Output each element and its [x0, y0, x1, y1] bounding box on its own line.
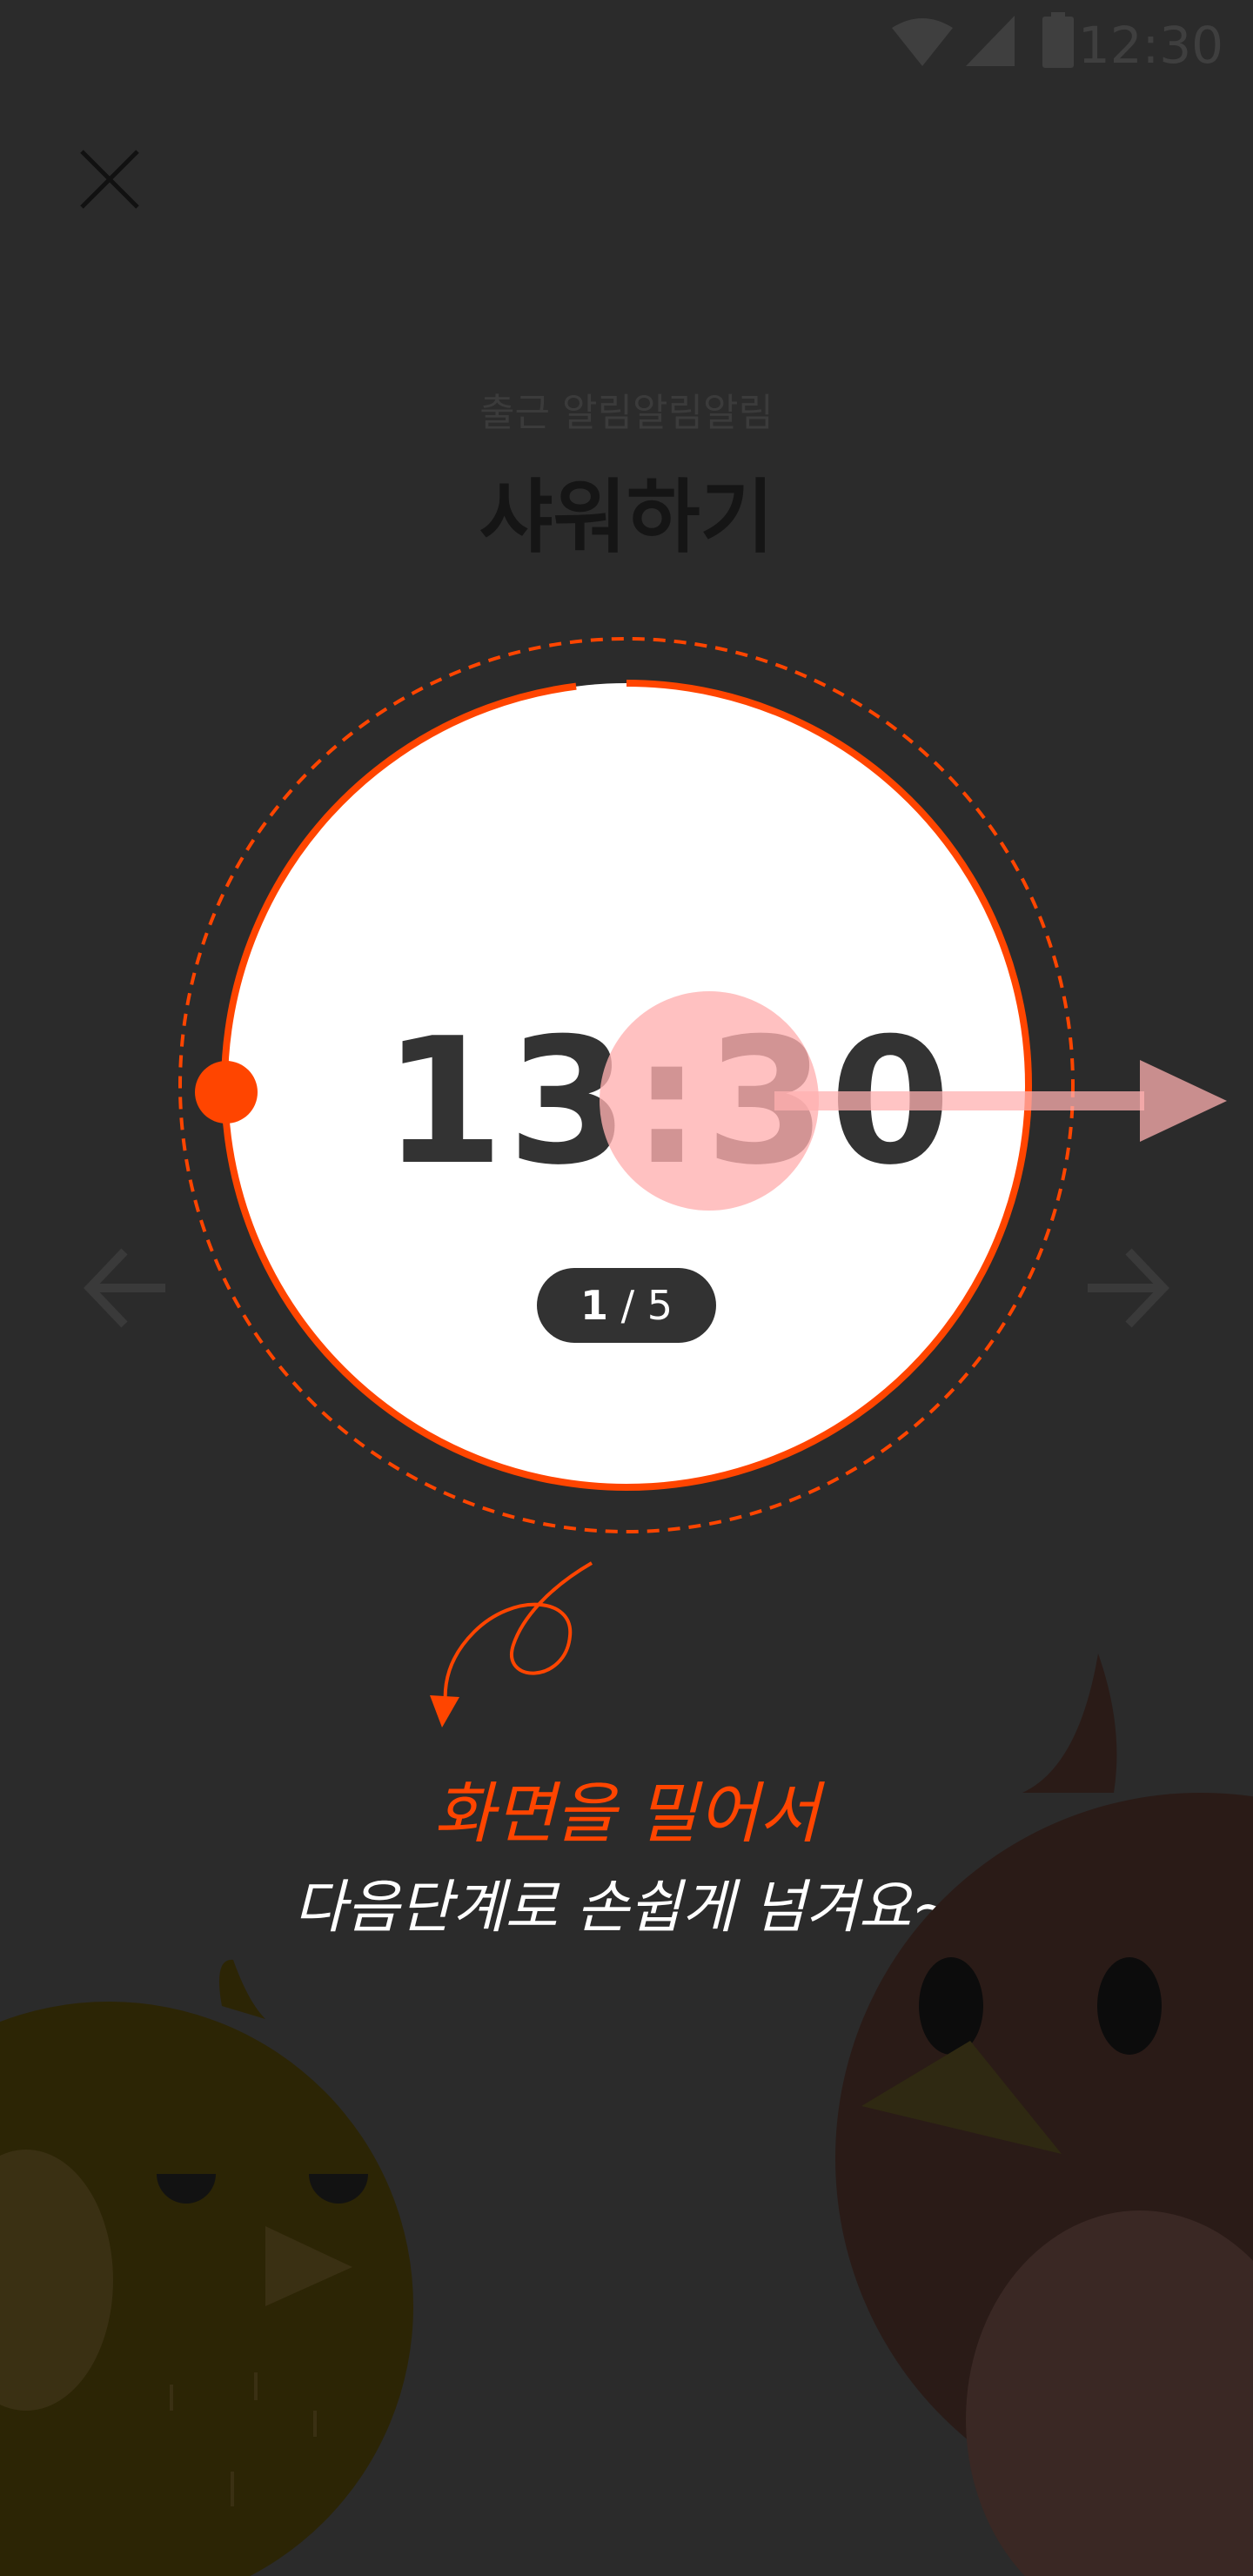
brown-bird-illustration — [835, 1654, 1253, 2576]
